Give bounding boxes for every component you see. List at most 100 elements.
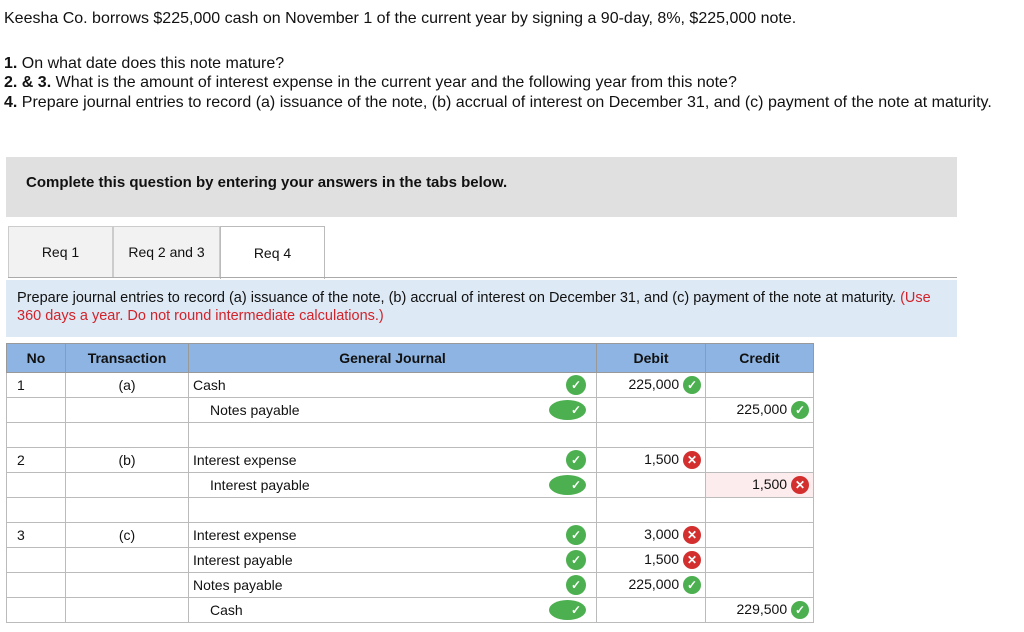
check-icon: ✓ <box>566 375 586 395</box>
account-select[interactable]: Interest payable ✓ <box>188 472 597 498</box>
entry-number: 3 <box>6 522 66 548</box>
transaction-cell: (a) <box>65 372 189 398</box>
transaction-cell <box>65 397 189 423</box>
debit-value: 1,500 <box>644 550 680 567</box>
debit-value: 225,000 <box>628 375 680 392</box>
debit-input[interactable]: 225,000 ✓ <box>596 372 706 398</box>
credit-input[interactable] <box>705 372 814 398</box>
account-name: Interest expense <box>193 527 297 543</box>
check-icon: ✓ <box>683 576 701 595</box>
x-icon: ✕ <box>683 451 701 470</box>
credit-input[interactable] <box>705 497 814 523</box>
x-icon: ✕ <box>683 526 701 545</box>
instruction-banner: Complete this question by entering your … <box>6 157 957 217</box>
account-select[interactable]: Cash ✓ <box>188 597 597 623</box>
transaction-cell <box>65 472 189 498</box>
account-select[interactable]: Notes payable ✓ <box>188 397 597 423</box>
credit-value: 229,500 <box>736 600 788 617</box>
table-row: 2 (b) Interest expense ✓ 1,500 ✕ <box>6 447 814 473</box>
check-icon: ✓ <box>549 475 586 495</box>
transaction-cell <box>65 422 189 448</box>
credit-input[interactable] <box>705 572 814 598</box>
credit-value: 1,500 <box>752 475 788 492</box>
entry-number <box>6 422 66 448</box>
check-icon: ✓ <box>566 575 586 595</box>
table-row: Interest payable ✓ 1,500 ✕ <box>6 547 814 573</box>
question-text: Prepare journal entries to record (a) is… <box>21 94 992 111</box>
check-icon: ✓ <box>566 450 586 470</box>
transaction-cell: (b) <box>65 447 189 473</box>
credit-input[interactable]: 229,500 ✓ <box>705 597 814 623</box>
check-icon: ✓ <box>791 401 809 420</box>
question-num: 2. & 3. <box>4 74 52 91</box>
debit-input[interactable]: 225,000 ✓ <box>596 572 706 598</box>
transaction-cell <box>65 597 189 623</box>
account-select[interactable]: Cash ✓ <box>188 372 597 398</box>
debit-input[interactable] <box>596 422 706 448</box>
tab-req-1[interactable]: Req 1 <box>8 226 113 277</box>
debit-input[interactable]: 1,500 ✕ <box>596 447 706 473</box>
debit-value: 3,000 <box>644 525 680 542</box>
entry-number <box>6 472 66 498</box>
credit-input[interactable] <box>705 547 814 573</box>
header-debit: Debit <box>596 343 706 373</box>
account-name: Notes payable <box>193 577 283 593</box>
account-name: Cash <box>193 377 226 393</box>
entry-number <box>6 497 66 523</box>
transaction-cell <box>65 497 189 523</box>
account-name: Notes payable <box>210 402 300 418</box>
transaction-cell: (c) <box>65 522 189 548</box>
debit-input[interactable]: 3,000 ✕ <box>596 522 706 548</box>
problem-intro: Keesha Co. borrows $225,000 cash on Nove… <box>4 10 797 27</box>
check-icon: ✓ <box>566 525 586 545</box>
account-select[interactable]: Notes payable ✓ <box>188 572 597 598</box>
entry-number <box>6 572 66 598</box>
debit-input[interactable] <box>596 397 706 423</box>
x-icon: ✕ <box>683 551 701 570</box>
question-1: 1. On what date does this note mature? <box>4 54 284 74</box>
debit-input[interactable] <box>596 597 706 623</box>
table-row: 1 (a) Cash ✓ 225,000 ✓ <box>6 372 814 398</box>
account-select[interactable] <box>188 422 597 448</box>
debit-input[interactable] <box>596 497 706 523</box>
debit-input[interactable] <box>596 472 706 498</box>
account-select[interactable]: Interest payable ✓ <box>188 547 597 573</box>
account-name: Interest payable <box>210 477 310 493</box>
header-no: No <box>6 343 66 373</box>
account-select[interactable]: Interest expense ✓ <box>188 447 597 473</box>
question-2-3: 2. & 3. What is the amount of interest e… <box>4 73 737 93</box>
account-name: Interest payable <box>193 552 293 568</box>
credit-input[interactable] <box>705 522 814 548</box>
account-name: Interest expense <box>193 452 297 468</box>
entry-number <box>6 597 66 623</box>
general-journal-table: No Transaction General Journal Debit Cre… <box>6 343 814 623</box>
question-text: On what date does this note mature? <box>21 55 285 72</box>
question-num: 4. <box>4 94 18 111</box>
debit-input[interactable]: 1,500 ✕ <box>596 547 706 573</box>
credit-input[interactable]: 225,000 ✓ <box>705 397 814 423</box>
transaction-cell <box>65 547 189 573</box>
entry-number: 2 <box>6 447 66 473</box>
credit-input[interactable] <box>705 422 814 448</box>
table-row: Notes payable ✓ 225,000 ✓ <box>6 397 814 423</box>
tab-req-4[interactable]: Req 4 <box>220 226 325 279</box>
tab-divider <box>8 277 957 278</box>
credit-input[interactable]: 1,500 ✕ <box>705 472 814 498</box>
entry-number <box>6 547 66 573</box>
account-select[interactable]: Interest expense ✓ <box>188 522 597 548</box>
account-select[interactable] <box>188 497 597 523</box>
table-row: 3 (c) Interest expense ✓ 3,000 ✕ <box>6 522 814 548</box>
table-row: Interest payable ✓ 1,500 ✕ <box>6 472 814 498</box>
check-icon: ✓ <box>549 400 586 420</box>
table-row <box>6 497 814 523</box>
instructions-text: Prepare journal entries to record (a) is… <box>17 290 931 324</box>
check-icon: ✓ <box>683 376 701 395</box>
header-credit: Credit <box>705 343 814 373</box>
tab-req-2-and-3[interactable]: Req 2 and 3 <box>113 226 220 277</box>
table-row <box>6 422 814 448</box>
debit-value: 1,500 <box>644 450 680 467</box>
table-row: Notes payable ✓ 225,000 ✓ <box>6 572 814 598</box>
credit-input[interactable] <box>705 447 814 473</box>
account-name: Cash <box>210 602 243 618</box>
check-icon: ✓ <box>791 601 809 620</box>
